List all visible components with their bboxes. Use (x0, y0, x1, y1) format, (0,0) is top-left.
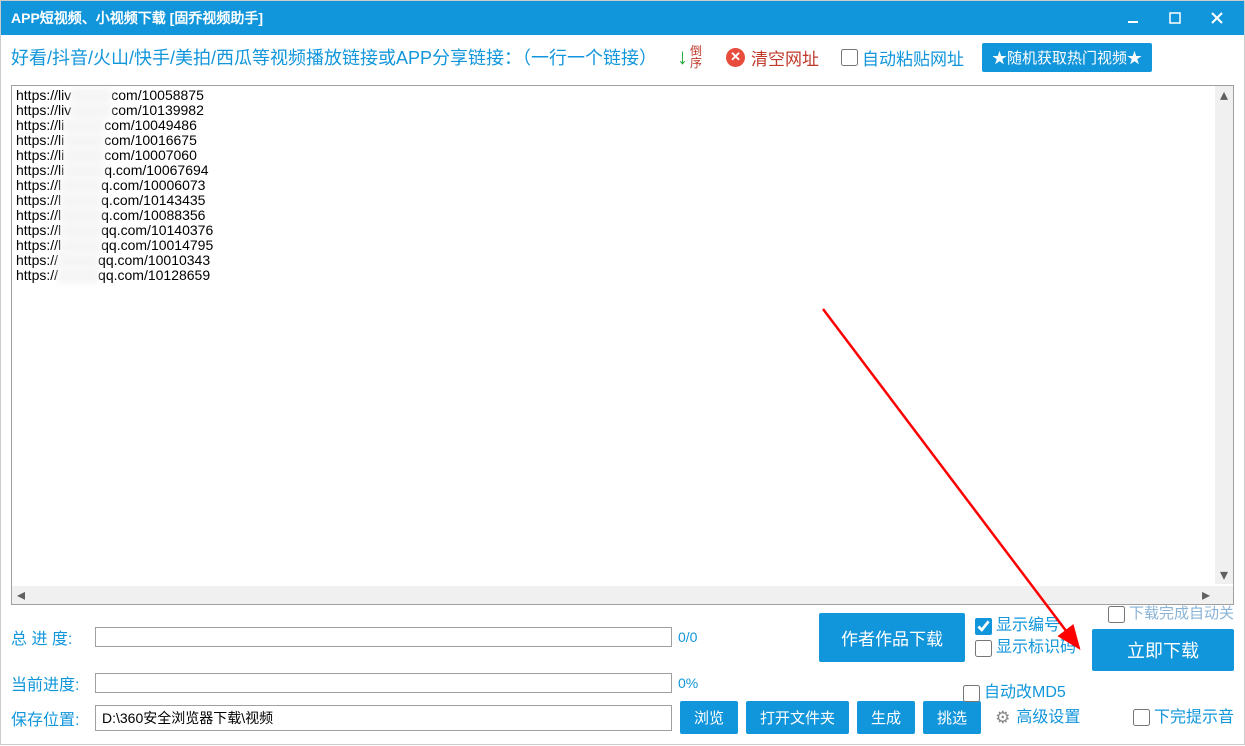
show-hash-input[interactable] (975, 640, 992, 657)
total-progress-bar (95, 627, 672, 647)
show-number-checkbox[interactable]: 显示编号 (975, 615, 1076, 637)
fetch-hot-button[interactable]: ★随机获取热门视频★ (982, 43, 1152, 72)
author-download-button[interactable]: 作者作品下载 (819, 613, 965, 662)
sort-arrow-icon: ↓ (677, 44, 688, 70)
url-line: https:// qq.com/10010343 (16, 253, 1229, 268)
show-hash-checkbox[interactable]: 显示标识码 (975, 637, 1076, 659)
minimize-button[interactable] (1112, 1, 1154, 35)
scroll-down-icon[interactable]: ▾ (1215, 566, 1233, 584)
bottom-panel: 总 进 度: 0/0 作者作品下载 显示编号 显示标识码 下载完成自动关 立即下… (1, 593, 1244, 744)
url-line: https://l qq.com/10014795 (16, 238, 1229, 253)
url-prompt-label: 好看/抖音/火山/快手/美拍/西瓜等视频播放链接或APP分享链接：（一行一个链接… (11, 44, 657, 70)
scroll-up-icon[interactable]: ▴ (1215, 86, 1233, 104)
auto-md5-checkbox[interactable]: 自动改MD5 (963, 682, 1066, 704)
show-number-label: 显示编号 (996, 615, 1060, 637)
url-line: https://li com/10016675 (16, 133, 1229, 148)
current-progress-bar (95, 673, 672, 693)
url-line: https:// qq.com/10128659 (16, 268, 1229, 283)
vertical-scrollbar[interactable]: ▴ ▾ (1215, 86, 1233, 584)
sound-checkbox[interactable]: 下完提示音 (1133, 707, 1234, 729)
total-progress-label: 总 进 度: (11, 625, 95, 649)
auto-md5-input[interactable] (963, 685, 980, 702)
url-line: https://li com/10007060 (16, 148, 1229, 163)
auto-paste-input[interactable] (841, 49, 858, 66)
url-line: https://li q.com/10067694 (16, 163, 1229, 178)
current-progress-value: 0% (678, 675, 698, 691)
sound-input[interactable] (1133, 709, 1150, 726)
sound-label: 下完提示音 (1154, 707, 1234, 729)
url-line: https://liv com/10058875 (16, 88, 1229, 103)
close-circle-icon: ✕ (726, 48, 745, 67)
auto-open-checkbox[interactable]: 下载完成自动关 (1108, 603, 1234, 625)
open-folder-button[interactable]: 打开文件夹 (746, 701, 849, 734)
url-line: https://liv com/10139982 (16, 103, 1229, 118)
reverse-sort-button[interactable]: ↓ 倒序 (677, 44, 702, 70)
url-line: https://li com/10049486 (16, 118, 1229, 133)
maximize-button[interactable] (1154, 1, 1196, 35)
show-number-input[interactable] (975, 618, 992, 635)
auto-paste-checkbox[interactable]: 自动粘贴网址 (841, 45, 964, 70)
gear-icon: ⚙ (995, 707, 1010, 729)
advanced-settings-link[interactable]: ⚙ 高级设置 (995, 707, 1080, 729)
window-title: APP短视频、小视频下载 [固乔视频助手] (11, 8, 263, 28)
url-line: https://l q.com/10006073 (16, 178, 1229, 193)
url-line: https://l q.com/10143435 (16, 193, 1229, 208)
download-now-button[interactable]: 立即下载 (1092, 629, 1234, 671)
auto-open-label: 下载完成自动关 (1129, 603, 1234, 625)
current-progress-label: 当前进度: (11, 671, 95, 695)
auto-paste-label: 自动粘贴网址 (862, 45, 964, 70)
advanced-settings-label: 高级设置 (1016, 707, 1080, 729)
clear-urls-label: 清空网址 (751, 45, 819, 70)
url-textarea-wrap: https://liv com/10058875https://liv com/… (11, 85, 1234, 605)
auto-open-input[interactable] (1108, 606, 1125, 623)
total-progress-value: 0/0 (678, 629, 697, 645)
toolbar: 好看/抖音/火山/快手/美拍/西瓜等视频播放链接或APP分享链接：（一行一个链接… (1, 35, 1244, 79)
url-line: https://l qq.com/10140376 (16, 223, 1229, 238)
save-path-input[interactable] (95, 705, 672, 731)
generate-button[interactable]: 生成 (857, 701, 915, 734)
auto-md5-label: 自动改MD5 (984, 682, 1066, 704)
clear-urls-button[interactable]: ✕ 清空网址 (726, 45, 819, 70)
url-line: https://l q.com/10088356 (16, 208, 1229, 223)
save-path-label: 保存位置: (11, 706, 95, 730)
show-hash-label: 显示标识码 (996, 637, 1076, 659)
close-button[interactable] (1196, 1, 1238, 35)
select-button[interactable]: 挑选 (923, 701, 981, 734)
url-textarea[interactable]: https://liv com/10058875https://liv com/… (12, 86, 1233, 582)
title-bar: APP短视频、小视频下载 [固乔视频助手] (1, 1, 1244, 35)
browse-button[interactable]: 浏览 (680, 701, 738, 734)
